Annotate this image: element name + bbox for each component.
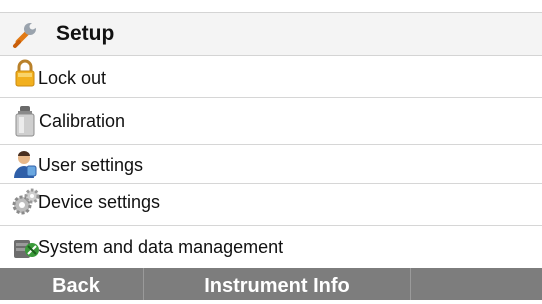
softkey-bar: Back Instrument Info — [0, 268, 542, 300]
empty-softkey[interactable] — [411, 268, 542, 300]
page-title: Setup — [56, 22, 115, 45]
page-header: Setup — [0, 12, 542, 56]
menu-item-lock-out[interactable]: Lock out — [0, 56, 542, 97]
menu-item-label: User settings — [38, 155, 144, 175]
menu-item-calibration[interactable]: Calibration — [0, 98, 542, 144]
menu-item-label: Lock out — [38, 68, 107, 88]
gears-icon — [12, 188, 40, 223]
menu-item-label: System and data management — [38, 237, 284, 257]
menu-item-label: Calibration — [39, 111, 126, 131]
data-management-icon — [12, 234, 40, 267]
menu-item-label: Device settings — [38, 192, 161, 212]
back-button[interactable]: Back — [0, 268, 152, 300]
calibration-weight-icon — [12, 104, 38, 143]
instrument-info-button[interactable]: Instrument Info — [144, 268, 410, 300]
wrench-icon — [10, 20, 40, 50]
padlock-icon — [14, 59, 36, 94]
menu-item-device-settings[interactable]: Device settings — [0, 184, 542, 225]
user-icon — [12, 150, 38, 185]
menu-item-system-data-management[interactable]: System and data management — [0, 226, 542, 268]
menu-item-user-settings[interactable]: User settings — [0, 145, 542, 183]
